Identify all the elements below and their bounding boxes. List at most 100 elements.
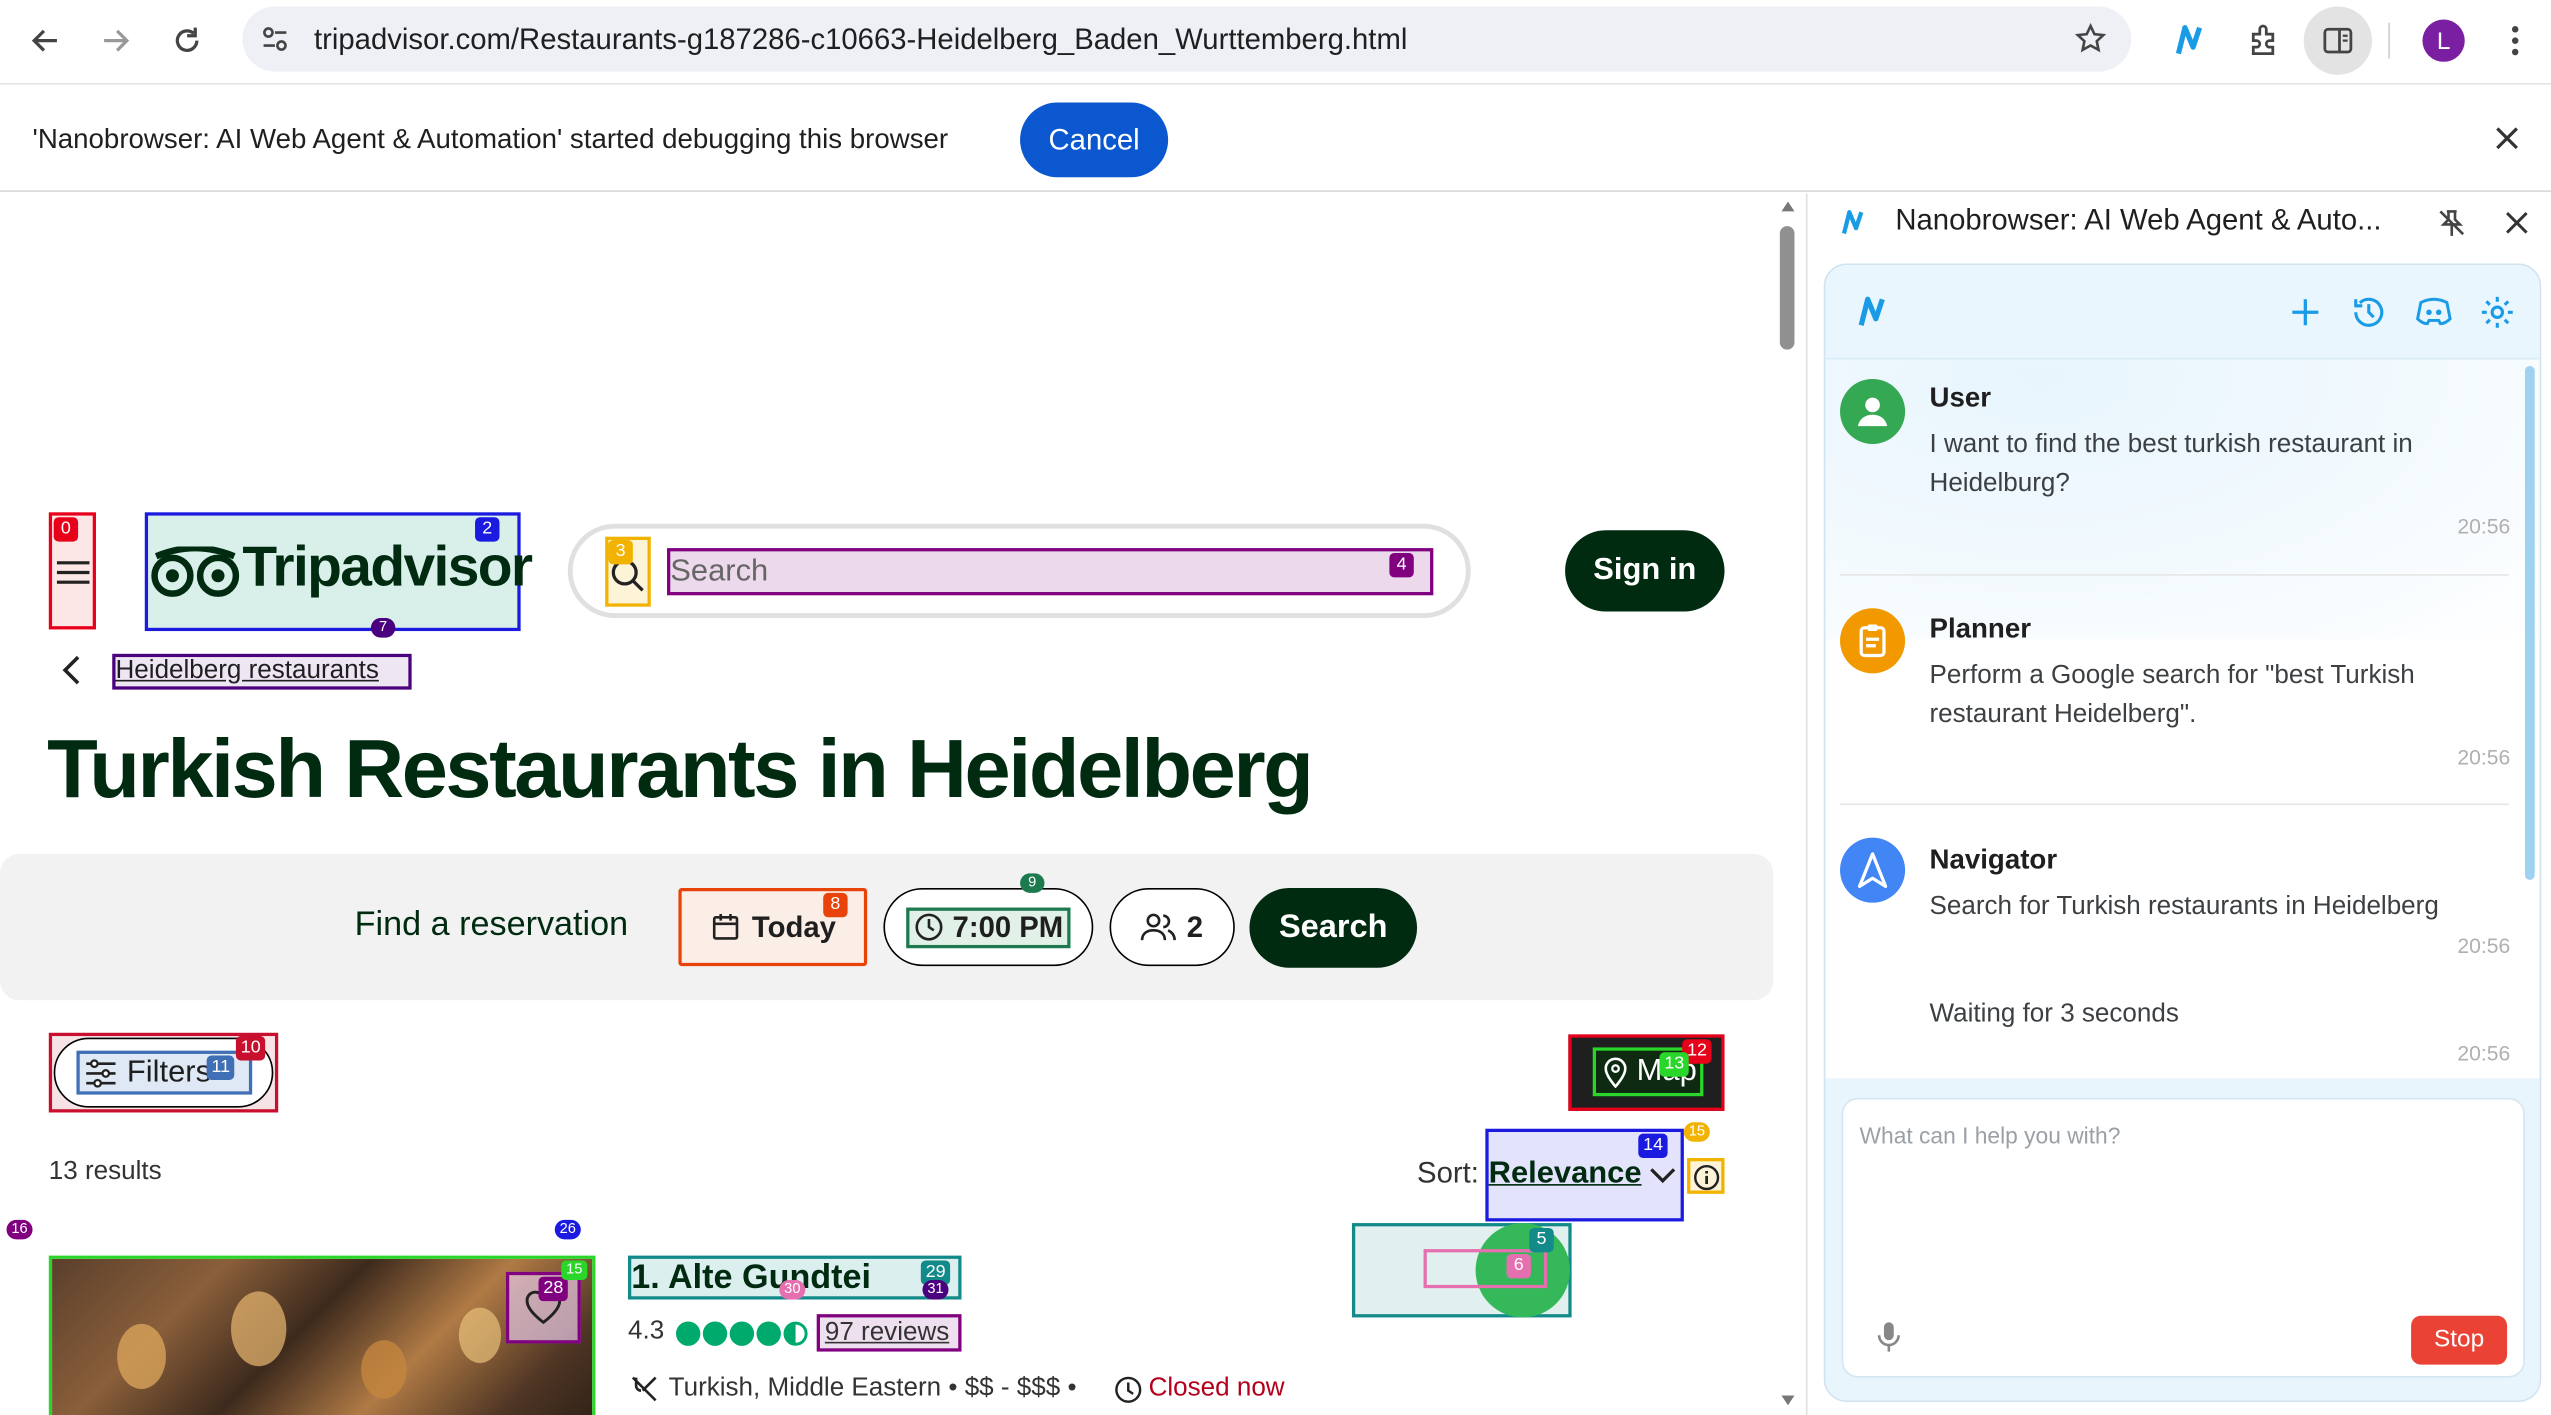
rating-bubbles bbox=[675, 1319, 808, 1348]
lamp-decoration bbox=[117, 1323, 166, 1389]
more-menu-icon[interactable] bbox=[2499, 18, 2532, 64]
reviews-link[interactable]: 97 reviews bbox=[816, 1314, 962, 1352]
overlay-label: 26 bbox=[554, 1219, 581, 1240]
overlay-label: 28 bbox=[538, 1276, 569, 1302]
logo-text: Tripadvisor bbox=[242, 535, 533, 599]
fork-knife-icon bbox=[628, 1373, 661, 1406]
overlay-label: 30 bbox=[779, 1280, 806, 1300]
message-text: Search for Turkish restaurants in Heidel… bbox=[1929, 892, 2439, 921]
settings-gear-icon[interactable] bbox=[2475, 291, 2521, 333]
restaurant-name: 1. Alte Gundtei bbox=[631, 1258, 872, 1297]
chat-input[interactable]: What can I help you with? Stop bbox=[1841, 1097, 2525, 1378]
reservation-bar: Find a reservation Today 8 7:00 PM 9 2 S… bbox=[0, 853, 1774, 1001]
guests-value: 2 bbox=[1186, 909, 1204, 943]
sign-in-button[interactable]: Sign in bbox=[1565, 530, 1725, 612]
hamburger-icon bbox=[54, 559, 93, 585]
sort-value: Relevance bbox=[1488, 1156, 1642, 1191]
message-text: I want to find the best turkish restaura… bbox=[1929, 431, 2413, 498]
message-sender: User bbox=[1929, 382, 1992, 414]
overlay-label: 13 bbox=[1659, 1052, 1690, 1077]
message-time: 20:56 bbox=[2457, 1040, 2511, 1066]
page-scrollbar[interactable] bbox=[1773, 193, 1801, 1415]
lamp-decoration bbox=[458, 1307, 502, 1363]
back-icon[interactable] bbox=[21, 16, 70, 65]
reload-icon[interactable] bbox=[163, 16, 212, 65]
sort-info-button[interactable] bbox=[1687, 1158, 1725, 1194]
discord-icon[interactable] bbox=[2411, 291, 2457, 333]
toolbar-divider bbox=[2388, 22, 2390, 59]
address-bar[interactable]: tripadvisor.com/Restaurants-g187286-c106… bbox=[242, 6, 2132, 72]
cuisine: Turkish, Middle Eastern bbox=[668, 1374, 942, 1402]
guests-picker-button[interactable]: 2 bbox=[1109, 888, 1235, 967]
price-range: $$ - $$$ bbox=[964, 1374, 1061, 1402]
meta-separator: • bbox=[1067, 1374, 1077, 1402]
message-time: 20:56 bbox=[2457, 933, 2511, 958]
bookmark-star-icon[interactable] bbox=[2071, 20, 2110, 59]
search-input[interactable]: Search bbox=[667, 548, 1434, 596]
browser-toolbar: tripadvisor.com/Restaurants-g187286-c106… bbox=[0, 0, 2551, 82]
page-title: Turkish Restaurants in Heidelberg bbox=[47, 722, 1314, 815]
cancel-debugging-button[interactable]: Cancel bbox=[1020, 102, 1169, 178]
time-value: 7:00 PM bbox=[952, 909, 1064, 943]
chevron-down-icon bbox=[1646, 1163, 1679, 1189]
stop-button[interactable]: Stop bbox=[2411, 1315, 2508, 1365]
chevron-left-icon[interactable] bbox=[55, 652, 88, 688]
history-icon[interactable] bbox=[2348, 291, 2390, 333]
reviews-count: 97 reviews bbox=[824, 1319, 950, 1347]
side-panel-title: Nanobrowser: AI Web Agent & Auto... bbox=[1895, 203, 2382, 236]
overlay-label: 4 bbox=[1389, 552, 1414, 578]
profile-avatar[interactable]: L bbox=[2422, 19, 2465, 62]
message-text: Waiting for 3 seconds bbox=[1929, 1000, 2179, 1028]
overlay-label: 14 bbox=[1638, 1133, 1668, 1159]
nanobrowser-side-panel: Nanobrowser: AI Web Agent & Auto... User… bbox=[1805, 193, 2551, 1415]
forward-icon[interactable] bbox=[91, 16, 140, 65]
sliders-icon bbox=[83, 1057, 119, 1090]
calendar-icon bbox=[710, 911, 743, 944]
tripadvisor-logo[interactable]: Tripadvisor bbox=[144, 512, 533, 632]
microphone-icon[interactable] bbox=[1873, 1317, 1906, 1356]
overlay-label: 31 bbox=[922, 1280, 949, 1300]
overlay-label: 2 bbox=[475, 517, 500, 542]
overlay-label: 16 bbox=[6, 1219, 33, 1240]
nanobrowser-logo-icon bbox=[1834, 203, 1876, 242]
open-status: Closed now bbox=[1148, 1374, 1285, 1402]
site-settings-icon[interactable] bbox=[259, 23, 292, 56]
new-chat-icon[interactable] bbox=[2284, 291, 2326, 333]
overlay-label: 0 bbox=[53, 517, 79, 542]
overlay-label: 11 bbox=[206, 1055, 235, 1080]
scroll-down-arrow-icon[interactable] bbox=[1777, 1391, 1798, 1411]
close-infobar-icon[interactable] bbox=[2489, 120, 2525, 156]
map-pin-icon bbox=[1599, 1056, 1632, 1089]
overlay-label: 15 bbox=[1683, 1122, 1710, 1142]
overlay-label: 5 bbox=[1529, 1227, 1554, 1253]
url-text[interactable]: tripadvisor.com/Restaurants-g187286-c106… bbox=[314, 7, 1407, 72]
user-avatar-icon bbox=[1840, 378, 1906, 445]
reservation-search-button[interactable]: Search bbox=[1249, 888, 1418, 968]
tripadvisor-page: 0 Tripadvisor 2 7 3 Search 4 Sign in Hei… bbox=[0, 193, 1774, 1415]
owl-logo-icon bbox=[148, 540, 242, 605]
breadcrumb-link[interactable]: Heidelberg restaurants bbox=[112, 653, 412, 690]
unpin-icon[interactable] bbox=[2432, 203, 2471, 242]
message-time: 20:56 bbox=[2457, 513, 2511, 539]
nanobrowser-logo-icon bbox=[1851, 291, 1897, 333]
info-icon bbox=[1692, 1163, 1721, 1192]
chat-header bbox=[1825, 265, 2540, 360]
chat-container: User I want to find the best turkish res… bbox=[1823, 263, 2542, 1402]
chat-input-placeholder: What can I help you with? bbox=[1859, 1122, 2121, 1149]
scroll-up-arrow-icon[interactable] bbox=[1777, 197, 1798, 217]
overlay-label: 6 bbox=[1506, 1253, 1531, 1279]
extensions-puzzle-icon[interactable] bbox=[2242, 18, 2288, 64]
overlay-label: 8 bbox=[823, 892, 848, 918]
message-divider bbox=[1840, 803, 2509, 806]
message-text: Perform a Google search for "best Turkis… bbox=[1929, 661, 2415, 729]
chat-scroll-thumb[interactable] bbox=[2524, 365, 2535, 880]
scroll-thumb[interactable] bbox=[1779, 226, 1795, 350]
time-picker-button[interactable]: 7:00 PM bbox=[883, 888, 1094, 967]
debugging-infobar: 'Nanobrowser: AI Web Agent & Automation'… bbox=[0, 82, 2551, 192]
close-panel-icon[interactable] bbox=[2497, 203, 2536, 242]
reservation-label: Find a reservation bbox=[354, 905, 629, 944]
lamp-decoration bbox=[231, 1291, 287, 1367]
nanobrowser-extension-icon[interactable] bbox=[2169, 18, 2215, 64]
message-sender: Planner bbox=[1929, 613, 2031, 645]
side-panel-toggle-icon[interactable] bbox=[2303, 6, 2373, 75]
